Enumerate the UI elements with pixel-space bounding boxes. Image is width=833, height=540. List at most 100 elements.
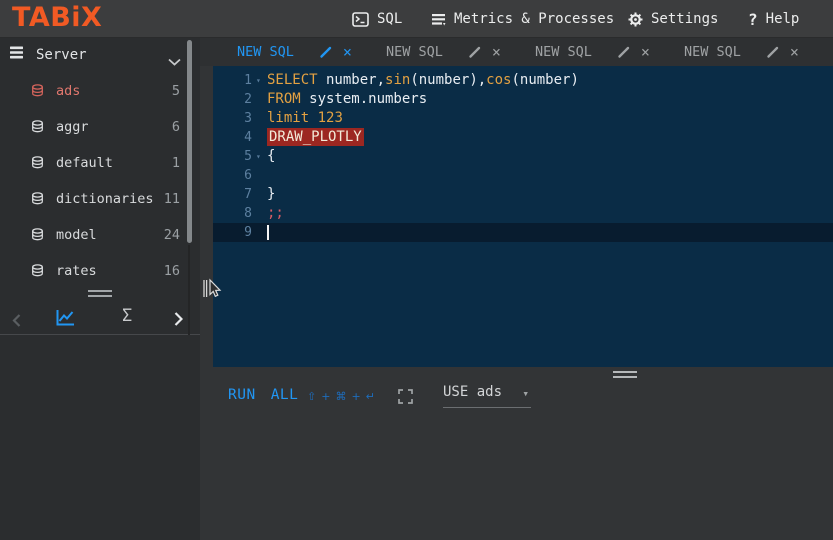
editor-line: 9: [213, 223, 833, 242]
code-text: SELECT number,sin(number),cos(number): [267, 72, 579, 88]
line-number: 8: [244, 206, 252, 221]
sql-tab[interactable]: NEW SQL ×: [237, 38, 386, 66]
chart-icon[interactable]: [55, 308, 76, 331]
code-text: {: [267, 148, 276, 164]
sidebar-divider: [0, 334, 200, 335]
sidebar-scrollbar-track: [188, 245, 190, 335]
all-label: ALL: [270, 387, 299, 403]
nav-sql[interactable]: SQL: [352, 0, 402, 38]
line-number: 2: [244, 92, 252, 107]
database-icon: [31, 156, 44, 170]
sql-editor[interactable]: 1 ▾ SELECT number,sin(number),cos(number) 2…: [213, 66, 833, 367]
database-icon: [31, 264, 44, 278]
question-icon: ?: [748, 9, 758, 29]
line-number: 5: [244, 149, 252, 164]
editor-line: 2 FROM system.numbers: [213, 90, 833, 109]
tab-label: NEW SQL: [237, 44, 294, 60]
editor-line: 3 limit 123: [213, 109, 833, 128]
chevron-left-icon[interactable]: [12, 312, 21, 331]
database-name: default: [56, 155, 113, 171]
database-name: ads: [56, 83, 81, 99]
fold-arrow-icon[interactable]: ▾: [256, 71, 261, 90]
edit-pencil-icon[interactable]: [766, 46, 779, 59]
sidebar-database-item[interactable]: aggr 6: [0, 113, 200, 141]
nav-metrics-processes[interactable]: Metrics & Processes: [432, 0, 614, 38]
line-number: 4: [244, 130, 252, 145]
bottom-toolbar: RUN ALL ⇧ + ⌘ + ↵ USE ads ▾: [200, 378, 833, 418]
line-number: 6: [244, 168, 252, 183]
server-label: Server: [36, 46, 87, 63]
database-name: dictionaries: [56, 191, 154, 207]
sidebar-scrollbar[interactable]: [187, 40, 192, 243]
cmd-key-icon: ⌘: [335, 390, 347, 403]
sidebar-database-item[interactable]: rates 16: [0, 257, 200, 285]
code-text: }: [267, 186, 276, 202]
sql-tab[interactable]: NEW SQL ×: [386, 38, 535, 66]
line-number: 7: [244, 187, 252, 202]
close-icon[interactable]: ×: [343, 44, 352, 60]
fold-arrow-icon[interactable]: ▾: [256, 147, 261, 166]
code-text: ;;: [267, 205, 284, 221]
nav-help-label: Help: [765, 11, 800, 27]
editor-line: 7}: [213, 185, 833, 204]
line-number: 1: [244, 73, 252, 88]
sidebar-database-item[interactable]: model 24: [0, 221, 200, 249]
close-icon[interactable]: ×: [492, 44, 501, 60]
chevron-down-icon[interactable]: [168, 51, 181, 70]
database-table-count: 16: [163, 263, 180, 279]
sidebar-footer: Σ: [0, 304, 200, 334]
tab-label: NEW SQL: [535, 44, 592, 60]
run-shortcut-hint: ⇧ + ⌘ + ↵: [307, 390, 375, 403]
edit-pencil-icon[interactable]: [319, 46, 332, 59]
expand-icon[interactable]: [398, 389, 413, 404]
shift-key-icon: ⇧: [307, 390, 317, 403]
code-text: FROM system.numbers: [267, 91, 428, 107]
app-logo: TABiX: [12, 2, 103, 33]
sidebar-resize-handle[interactable]: [88, 290, 112, 300]
line-number: 9: [244, 225, 252, 240]
nav-metrics-label: Metrics & Processes: [454, 11, 615, 27]
enter-key-icon: ↵: [365, 390, 375, 403]
close-icon[interactable]: ×: [641, 44, 650, 60]
main-area: NEW SQL × NEW SQL × NEW SQL × NEW SQL × …: [200, 38, 833, 540]
sigma-icon[interactable]: Σ: [122, 306, 132, 326]
editor-line: 5 ▾ {: [213, 147, 833, 166]
terminal-icon: [352, 11, 369, 27]
line-number: 3: [244, 111, 252, 126]
tab-label: NEW SQL: [386, 44, 443, 60]
database-name: rates: [56, 263, 97, 279]
server-header[interactable]: Server: [10, 46, 87, 63]
text-caret: [267, 225, 269, 240]
edit-pencil-icon[interactable]: [617, 46, 630, 59]
database-icon: [31, 192, 44, 206]
server-rack-icon: [10, 46, 23, 63]
database-icon: [31, 84, 44, 98]
edit-pencil-icon[interactable]: [468, 46, 481, 59]
code-text: limit 123: [267, 110, 343, 126]
use-database-value: USE ads: [443, 384, 503, 400]
database-table-count: 6: [171, 119, 180, 135]
database-icon: [31, 120, 44, 134]
sql-tab[interactable]: NEW SQL ×: [535, 38, 684, 66]
close-icon[interactable]: ×: [790, 44, 799, 60]
sidebar: Server ads 5 aggr 6 default 1 dictionari…: [0, 38, 200, 540]
sidebar-database-item[interactable]: default 1: [0, 149, 200, 177]
tab-bar: NEW SQL × NEW SQL × NEW SQL × NEW SQL ×: [200, 38, 833, 66]
top-bar: TABiX SQL Metrics & Processes Settings ?…: [0, 0, 833, 38]
sidebar-database-item[interactable]: ads 5: [0, 77, 200, 105]
chevron-right-icon[interactable]: [174, 311, 184, 330]
list-icon: [432, 13, 446, 26]
sidebar-database-item[interactable]: dictionaries 11: [0, 185, 200, 213]
sql-tab[interactable]: NEW SQL ×: [684, 38, 833, 66]
nav-help[interactable]: ? Help: [748, 0, 799, 38]
run-all-button[interactable]: RUN ALL: [228, 387, 298, 403]
nav-sql-label: SQL: [377, 11, 403, 27]
database-table-count: 5: [171, 83, 180, 99]
nav-settings[interactable]: Settings: [628, 0, 718, 38]
database-name: aggr: [56, 119, 89, 135]
run-label: RUN: [228, 387, 256, 403]
use-database-select[interactable]: USE ads ▾: [443, 384, 531, 408]
database-icon: [31, 228, 44, 242]
code-text: DRAW_PLOTLY: [267, 128, 364, 146]
editor-line: 4 DRAW_PLOTLY: [213, 128, 833, 147]
